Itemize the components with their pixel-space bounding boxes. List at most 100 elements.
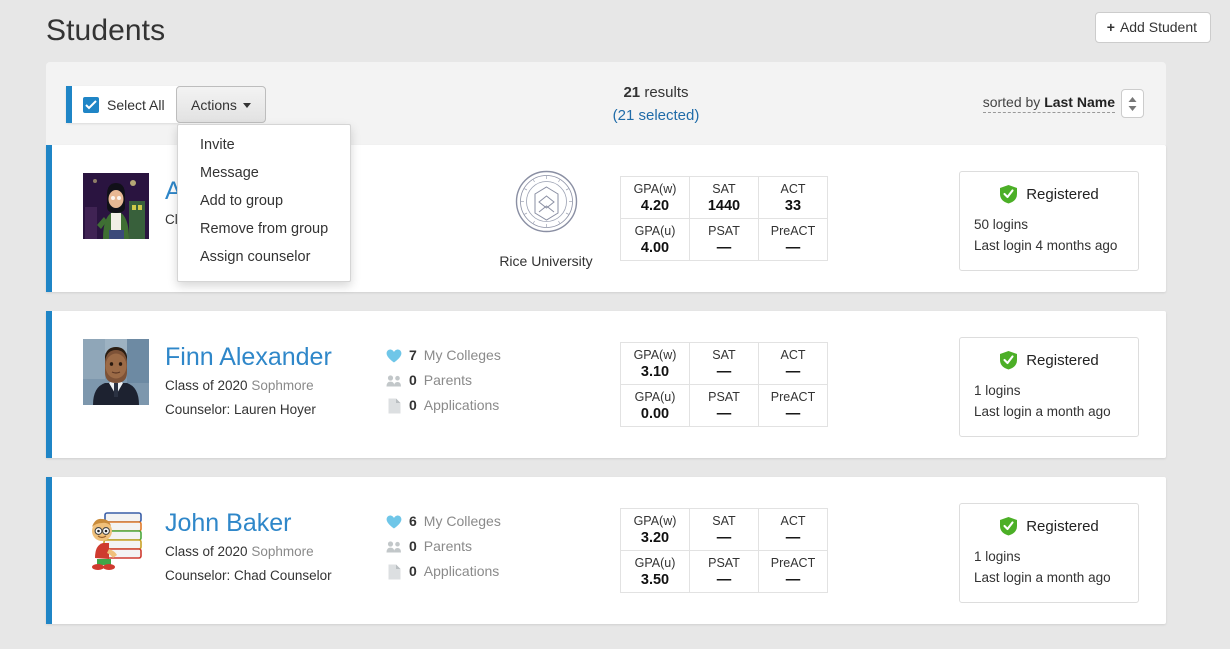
student-name-link[interactable]: Finn Alexander <box>165 342 415 372</box>
applications-count-value: 0 <box>409 563 417 579</box>
applications-count-value: 0 <box>409 397 417 413</box>
parents-count-value: 0 <box>409 372 417 388</box>
score-value: — <box>716 571 732 588</box>
score-cell-psat: PSAT — <box>689 550 759 593</box>
menu-item-add-to-group[interactable]: Add to group <box>178 188 350 216</box>
parents-count[interactable]: 0 Parents <box>386 368 576 393</box>
parents-icon <box>386 374 402 388</box>
student-class: Class of 2020 <box>165 378 248 393</box>
table-row: GPA(u) 3.50 PSAT — PreACT — <box>620 550 828 593</box>
select-all-control[interactable]: Select All <box>66 86 179 123</box>
sort-prefix: sorted by <box>982 94 1045 110</box>
colleges-count: 6 <box>409 513 417 529</box>
applications-label: Applications <box>423 563 500 579</box>
score-label: SAT <box>712 347 736 362</box>
score-value: — <box>716 363 732 380</box>
parents-icon <box>386 540 402 554</box>
colleges-label: My Colleges <box>423 513 501 529</box>
menu-item-invite[interactable]: Invite <box>178 132 350 160</box>
score-label: ACT <box>780 347 806 362</box>
avatar <box>83 505 149 571</box>
student-scores-table: GPA(w) 3.20 SAT — ACT — GPA(u) 3.50 PSAT… <box>620 508 828 593</box>
add-student-button[interactable]: + Add Student <box>1094 12 1211 43</box>
student-class-line: Class of 2020 Sophmore <box>165 375 415 396</box>
page-header: Students + Add Student <box>0 0 1230 62</box>
select-all-checkbox[interactable] <box>83 96 99 113</box>
results-suffix: results <box>644 84 689 101</box>
selected-count-link[interactable]: (21 selected) <box>476 104 836 128</box>
colleges-label: My Colleges <box>423 347 501 363</box>
score-cell-psat: PSAT — <box>689 384 759 427</box>
my-colleges-count[interactable]: 6 My Colleges <box>386 509 576 534</box>
score-label: PSAT <box>708 555 740 570</box>
menu-item-message[interactable]: Message <box>178 160 350 188</box>
login-count: 1 logins <box>974 383 1021 398</box>
student-class: Class of 2020 <box>165 544 248 559</box>
score-value: 0.00 <box>640 405 670 422</box>
score-label: PreACT <box>770 389 816 404</box>
score-label: ACT <box>780 513 806 528</box>
score-cell-gpa-w: GPA(w) 3.10 <box>620 342 690 385</box>
score-label: SAT <box>712 513 736 528</box>
applications-label: Applications <box>423 397 500 413</box>
student-name-link[interactable]: John Baker <box>165 508 415 538</box>
score-cell-act: ACT 33 <box>758 176 828 219</box>
score-cell-gpa-w: GPA(w) 3.20 <box>620 508 690 551</box>
table-row: GPA(w) 3.10 SAT — ACT — <box>620 342 828 385</box>
actions-button[interactable]: Actions <box>176 86 266 123</box>
table-row[interactable]: John Baker Class of 2020 Sophmore Counse… <box>46 477 1166 624</box>
applications-count[interactable]: 0 Applications <box>386 393 576 418</box>
score-value: 1440 <box>707 197 741 214</box>
checkmark-icon <box>85 99 97 109</box>
score-value: — <box>785 239 801 256</box>
table-row[interactable]: Finn Alexander Class of 2020 Sophmore Co… <box>46 311 1166 458</box>
shield-check-icon <box>1000 185 1018 204</box>
sort-updown-icon <box>1128 96 1137 111</box>
score-cell-gpa-w: GPA(w) 4.20 <box>620 176 690 219</box>
score-label: PSAT <box>708 223 740 238</box>
student-counselor: Counselor: Lauren Hoyer <box>165 402 316 417</box>
score-value: — <box>785 571 801 588</box>
document-icon <box>386 398 402 414</box>
score-cell-sat: SAT — <box>689 342 759 385</box>
status-badge: Registered 1 logins Last login a month a… <box>959 503 1139 603</box>
results-count-line: 21 results <box>476 82 836 104</box>
student-counts: 6 My Colleges 0 Parents 0 Applications <box>386 509 576 584</box>
select-all-label: Select All <box>107 96 165 113</box>
student-row-wrapper: John Baker Class of 2020 Sophmore Counse… <box>46 477 1166 624</box>
page-title: Students <box>46 14 166 47</box>
female-student-night-avatar-image <box>83 173 149 239</box>
document-icon <box>386 564 402 580</box>
student-info: Finn Alexander Class of 2020 Sophmore Co… <box>165 342 415 420</box>
score-cell-sat: SAT 1440 <box>689 176 759 219</box>
sort-control: sorted by Last Name <box>982 89 1144 118</box>
score-cell-gpa-u: GPA(u) 0.00 <box>620 384 690 427</box>
score-label: GPA(w) <box>633 513 677 528</box>
score-value: 3.50 <box>640 571 670 588</box>
score-value: — <box>785 363 801 380</box>
student-counselor: Counselor: Chad Counselor <box>165 568 332 583</box>
applications-count[interactable]: 0 Applications <box>386 559 576 584</box>
score-cell-gpa-u: GPA(u) 3.50 <box>620 550 690 593</box>
last-login: Last login 4 months ago <box>974 238 1118 253</box>
parents-count[interactable]: 0 Parents <box>386 534 576 559</box>
students-page: Students + Add Student Select All Action… <box>0 0 1230 649</box>
sort-field: Last Name <box>1044 94 1115 110</box>
student-scores-table: GPA(w) 3.10 SAT — ACT — GPA(u) 0.00 PSAT… <box>620 342 828 427</box>
student-counts: 7 My Colleges 0 Parents 0 Applications <box>386 343 576 418</box>
student-class-line: Class of 2020 Sophmore <box>165 541 415 562</box>
results-count: 21 <box>623 84 641 101</box>
student-grade: Sophmore <box>251 544 314 559</box>
plus-icon: + <box>1106 19 1115 35</box>
avatar <box>83 173 149 239</box>
sort-by-label[interactable]: sorted by Last Name <box>982 94 1115 113</box>
menu-item-remove-from-group[interactable]: Remove from group <box>178 216 350 244</box>
score-cell-act: ACT — <box>758 508 828 551</box>
menu-item-assign-counselor[interactable]: Assign counselor <box>178 244 350 272</box>
male-student-photo-avatar-image <box>83 339 149 405</box>
score-value: — <box>785 405 801 422</box>
sort-direction-toggle[interactable] <box>1121 89 1144 118</box>
my-colleges-count[interactable]: 7 My Colleges <box>386 343 576 368</box>
table-row: GPA(w) 3.20 SAT — ACT — <box>620 508 828 551</box>
score-value: 4.20 <box>640 197 670 214</box>
